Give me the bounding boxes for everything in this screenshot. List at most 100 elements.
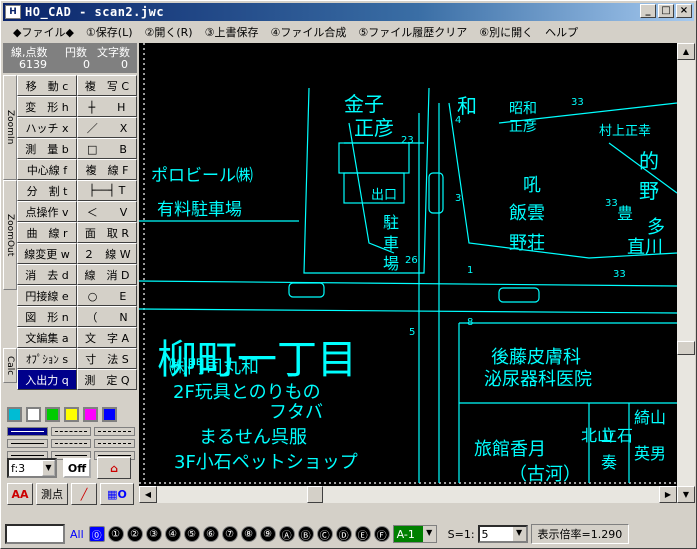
all-layers-label[interactable]: All <box>70 528 84 541</box>
command-button[interactable]: ハッチ x <box>17 117 77 138</box>
layer-button[interactable]: ④ <box>164 526 181 542</box>
command-button[interactable]: 分 割 t <box>17 180 77 201</box>
minimize-button[interactable]: _ <box>640 4 656 18</box>
menu-file[interactable]: ◆ファイル◆ <box>13 24 74 40</box>
line-style-dash2[interactable] <box>94 427 136 436</box>
command-button[interactable]: 面 取 R <box>77 222 137 243</box>
command-button[interactable]: 点操作 v <box>17 201 77 222</box>
menu-merge[interactable]: ④ファイル合成 <box>270 24 346 40</box>
command-button[interactable]: ｵﾌﾟｼｮﾝ s <box>17 348 77 369</box>
horizontal-scrollbar[interactable]: ◀ ▶ <box>139 486 677 503</box>
drawing-canvas[interactable]: 金子 正彦和昭和 正彦 村上正幸的野豊ポロビール㈱ 有料駐車場 出口駐車場吼飯雲 野荘多直川… <box>139 43 677 486</box>
command-button[interactable]: ２ 線 W <box>77 243 137 264</box>
command-button[interactable]: 移 動 c <box>17 75 77 96</box>
layer-button[interactable]: ⑥ <box>202 526 219 542</box>
close-button[interactable]: × <box>676 4 692 18</box>
diagonal-line-icon[interactable]: ╱ <box>71 483 97 505</box>
color-swatch[interactable] <box>64 407 79 422</box>
stats-lines-value: 6139 <box>19 58 47 71</box>
menu-open-separate[interactable]: ⑥別に開く <box>479 24 533 40</box>
color-swatch[interactable] <box>102 407 117 422</box>
menu-overwrite[interactable]: ③上書保存 <box>205 24 259 40</box>
color-swatch[interactable] <box>45 407 60 422</box>
color-swatch[interactable] <box>7 407 22 422</box>
scroll-thumb[interactable] <box>677 341 695 355</box>
drawing-text: 8 <box>467 317 473 328</box>
command-button[interactable]: ○ E <box>77 285 137 306</box>
layer-button[interactable]: ③ <box>145 526 162 542</box>
layer-button[interactable]: ⓪ <box>88 526 105 542</box>
layer-button[interactable]: Ⓓ <box>335 526 352 542</box>
font-size-select[interactable]: f:3 ▼ <box>7 458 57 478</box>
scroll-down-icon[interactable]: ▼ <box>677 486 695 503</box>
command-button[interactable]: ├──┤ T <box>77 180 137 201</box>
tool-panel: 線,点数 円数 文字数 6139 0 0 ZoomIn ZoomOut Calc… <box>3 43 137 513</box>
command-button[interactable]: 寸 法 S <box>77 348 137 369</box>
grid-toggle-button[interactable]: ▦ O <box>100 483 134 505</box>
title-bar[interactable]: H HO_CAD - scan2.jwc _ □ × <box>3 3 694 21</box>
layer-button[interactable]: Ⓑ <box>297 526 314 542</box>
command-button[interactable]: ／ X <box>77 117 137 138</box>
command-button[interactable]: ┼ H <box>77 96 137 117</box>
menu-help[interactable]: ヘルプ <box>545 24 578 40</box>
layer-button[interactable]: Ⓐ <box>278 526 295 542</box>
line-style-solid[interactable] <box>7 427 48 436</box>
menu-save[interactable]: ①保存(L) <box>86 24 133 40</box>
command-button[interactable]: 中心線 f <box>17 159 77 180</box>
scale-select[interactable]: 5 ▼ <box>477 525 528 543</box>
command-button[interactable]: 測 定 Q <box>77 369 137 390</box>
drawing-text: 昭和 <box>509 101 537 117</box>
command-button[interactable]: 複 線 F <box>77 159 137 180</box>
layer-button[interactable]: ② <box>126 526 143 542</box>
scroll-left-icon[interactable]: ◀ <box>139 486 157 503</box>
line-style-dashdot[interactable] <box>50 439 92 448</box>
text-aa-button[interactable]: AA <box>7 483 33 505</box>
command-button[interactable]: 消 去 d <box>17 264 77 285</box>
vertical-scrollbar[interactable]: ▲ ▼ <box>677 43 695 503</box>
command-button[interactable]: 入出力 q <box>17 369 77 390</box>
command-button[interactable]: 円接線 e <box>17 285 77 306</box>
layer-button[interactable]: ⑨ <box>259 526 276 542</box>
command-button[interactable]: ＜ V <box>77 201 137 222</box>
line-style-solid2[interactable] <box>7 439 48 448</box>
scroll-right-icon[interactable]: ▶ <box>659 486 677 503</box>
calc-tab[interactable]: Calc <box>3 348 17 383</box>
color-palette <box>7 407 117 422</box>
color-swatch[interactable] <box>26 407 41 422</box>
menu-clear-history[interactable]: ⑤ファイル履歴クリア <box>358 24 467 40</box>
measure-point-button[interactable]: 測点 <box>36 483 68 505</box>
layer-button[interactable]: Ⓔ <box>354 526 371 542</box>
layer-button[interactable]: ⑤ <box>183 526 200 542</box>
drawing-text: 奏 <box>601 453 617 472</box>
layer-button[interactable]: Ⓒ <box>316 526 333 542</box>
color-swatch[interactable] <box>83 407 98 422</box>
zoom-in-tab[interactable]: ZoomIn <box>3 75 17 180</box>
command-button[interactable]: □ B <box>77 138 137 159</box>
command-button[interactable]: 線変更 w <box>17 243 77 264</box>
off-button[interactable]: Off <box>63 458 91 478</box>
scroll-up-icon[interactable]: ▲ <box>677 43 695 60</box>
layer-button[interactable]: Ⓕ <box>373 526 390 542</box>
command-button[interactable]: 曲 線 r <box>17 222 77 243</box>
command-button[interactable]: 測 量 b <box>17 138 77 159</box>
command-button[interactable]: 線 消 D <box>77 264 137 285</box>
command-button[interactable]: 図 形 n <box>17 306 77 327</box>
command-button[interactable]: 複 写 C <box>77 75 137 96</box>
command-button[interactable]: （ N <box>77 306 137 327</box>
zoom-out-tab[interactable]: ZoomOut <box>3 180 17 290</box>
layer-group-select[interactable]: A-1 ▼ <box>392 525 437 543</box>
layer-button[interactable]: ⑦ <box>221 526 238 542</box>
hscroll-thumb[interactable] <box>307 486 323 503</box>
command-button[interactable]: 文編集 a <box>17 327 77 348</box>
line-style-dash[interactable] <box>50 427 92 436</box>
command-button[interactable]: 変 形 h <box>17 96 77 117</box>
drawing-text: 旅館香月 <box>474 439 546 460</box>
layer-button[interactable]: ① <box>107 526 124 542</box>
menu-open[interactable]: ②開く(R) <box>145 24 193 40</box>
layer-button[interactable]: ⑧ <box>240 526 257 542</box>
line-style-dashdot2[interactable] <box>94 439 136 448</box>
command-button[interactable]: 文 字 A <box>77 327 137 348</box>
command-input[interactable] <box>5 524 65 544</box>
home-icon[interactable]: ⌂ <box>97 457 131 479</box>
maximize-button[interactable]: □ <box>658 4 674 18</box>
